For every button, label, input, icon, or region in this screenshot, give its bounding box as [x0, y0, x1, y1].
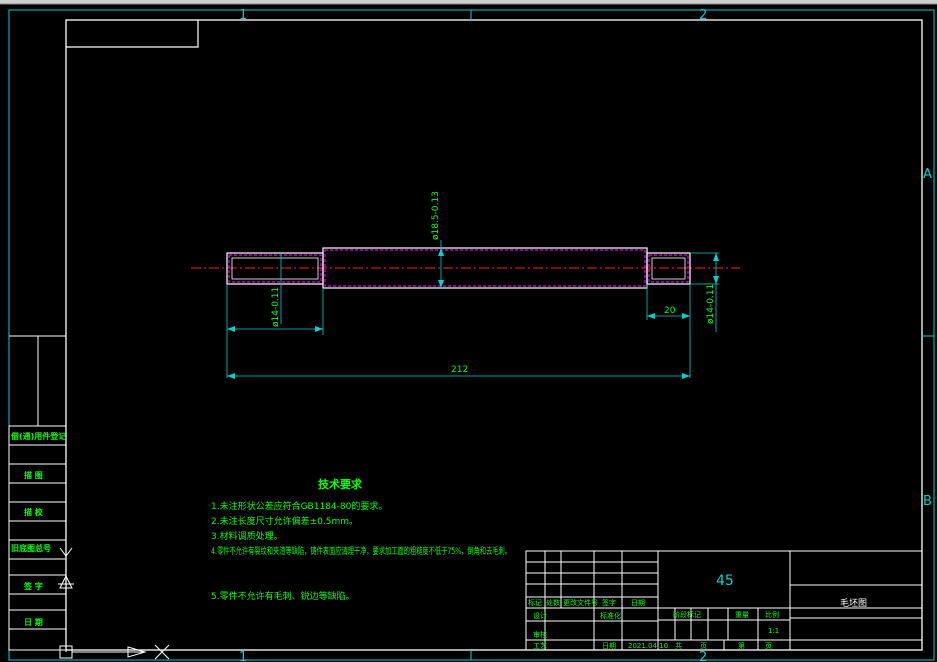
label-date-bottom: 日期: [602, 642, 616, 650]
material-value: 45: [716, 573, 734, 589]
label-sheet: 第: [738, 641, 745, 650]
sidebar-label-check: 描 校: [24, 507, 44, 517]
drawing-name: 毛坯图: [840, 597, 867, 609]
zone-label-top-1: 1: [239, 8, 247, 23]
label-scale: 比例: [765, 610, 779, 619]
label-weight: 重量: [735, 611, 749, 619]
sidebar-label-borrowed: 借(通)用件登记: [10, 431, 66, 441]
left-sidebar: [8, 335, 67, 651]
ucs-axis-icon: [58, 547, 170, 660]
label-design: 设计: [533, 611, 547, 620]
dim-left-diameter: ø14-0.11: [271, 287, 281, 327]
sidebar-label-trace: 描 图: [24, 470, 43, 480]
sidebar-label-signature: 签 字: [23, 581, 43, 591]
label-stage-mark: 阶段标记: [673, 610, 701, 619]
tech-notes-title: 技术要求: [318, 477, 363, 491]
dim-right-diameter: ø14-0.11: [706, 284, 716, 324]
dim-main-diameter: ø18.5-0.13: [431, 191, 441, 240]
dim-total-length: 212: [451, 365, 468, 375]
zone-label-b: B: [923, 494, 932, 509]
top-left-box: [66, 20, 199, 48]
zone-label-bottom-2: 2: [699, 650, 707, 662]
cad-drawing-canvas: 1 2 1 2 A B 借(通)用件登记 描 图 描 校 旧底图总号 签 字 日…: [0, 0, 937, 662]
tech-note-4: 4.零件不允许有裂纹和夹渣等缺陷，铸件表面应清理干净，要求加工面的粗糙度不低于7…: [211, 545, 511, 557]
label-total-page: 页: [700, 642, 707, 650]
label-review: 审核: [533, 630, 547, 639]
scale-value: 1:1: [768, 627, 779, 635]
zone-label-top-2: 2: [699, 8, 707, 23]
tech-note-1: 1.未注形状公差应符合GB1184-80的要求。: [211, 500, 387, 512]
label-process: 工艺: [533, 642, 547, 650]
label-date: 日期: [631, 599, 645, 607]
sidebar-label-old-number: 旧底图总号: [11, 543, 51, 553]
date-value: 2021.04.10: [628, 642, 668, 650]
label-total: 共: [675, 641, 682, 650]
sidebar-label-date: 日 期: [24, 617, 43, 627]
label-mark: 标记: [528, 598, 542, 607]
tech-note-5: 5.零件不允许有毛刺、锐边等缺陷。: [211, 590, 355, 602]
tech-note-3: 3.材料调质处理。: [211, 530, 283, 542]
outer-border: [8, 9, 935, 661]
zone-label-bottom-1: 1: [239, 650, 247, 662]
zone-label-a: A: [923, 167, 932, 182]
shaft-part: [226, 247, 691, 289]
label-sheet-page: 页: [765, 642, 772, 650]
label-change-doc: 更改文件号: [563, 598, 598, 607]
label-standardization: 标准化: [600, 611, 621, 620]
label-count: 处数: [546, 598, 560, 607]
window-strip: [0, 0, 937, 4]
label-sign: 签字: [602, 598, 616, 607]
dim-right-length: 20: [664, 306, 676, 316]
tech-note-2: 2.未注长度尺寸允许偏差±0.5mm。: [211, 515, 358, 527]
